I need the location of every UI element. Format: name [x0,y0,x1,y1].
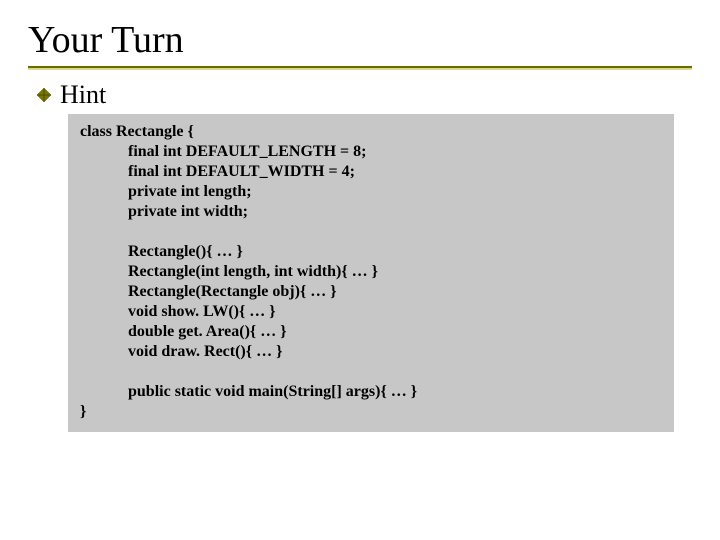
code-block: class Rectangle { final int DEFAULT_LENG… [68,114,674,432]
title-underline [28,66,692,70]
bullet-label: Hint [60,80,106,110]
bullet-item: Hint [36,80,692,110]
diamond-bullet-icon [36,87,52,103]
slide-title: Your Turn [28,18,692,62]
slide: Your Turn Hint class Rectangle { final i… [0,0,720,540]
